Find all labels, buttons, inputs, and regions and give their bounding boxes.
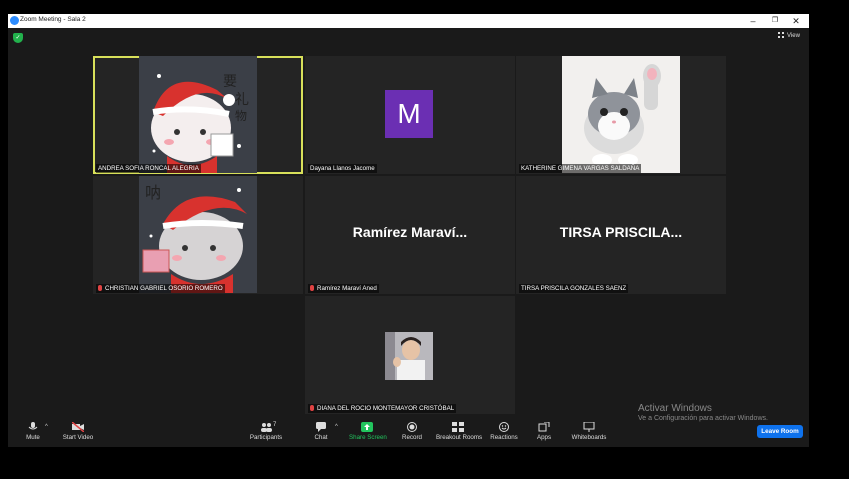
title-bar: Zoom Meeting - Sala 2 – ❐ ✕ bbox=[8, 14, 809, 28]
zoom-logo-icon bbox=[10, 16, 19, 25]
record-button[interactable]: Record bbox=[400, 422, 424, 441]
whiteboards-button[interactable]: Whiteboards bbox=[569, 422, 609, 441]
participant-name: DIANA DEL ROCIO MONTEMAYOR CRISTÓBAL bbox=[308, 404, 457, 413]
activate-windows-subtitle: Ve a Configuración para activar Windows. bbox=[638, 415, 768, 422]
profile-photo bbox=[385, 332, 433, 380]
view-label: View bbox=[787, 33, 800, 39]
mute-label: Mute bbox=[26, 434, 40, 441]
whiteboards-label: Whiteboards bbox=[571, 434, 607, 441]
microphone-icon bbox=[28, 422, 38, 430]
participants-label: Participants bbox=[249, 434, 283, 441]
record-label: Record bbox=[402, 434, 422, 441]
apps-icon bbox=[538, 422, 550, 432]
participant-name: KATHERINE GIMENA VARGAS SALDAÑA bbox=[519, 164, 642, 173]
chat-button[interactable]: Chat bbox=[310, 422, 332, 441]
zoom-window: Zoom Meeting - Sala 2 – ❐ ✕ ✓ View 要 礼 物… bbox=[8, 14, 809, 447]
activate-windows-title: Activar Windows bbox=[638, 403, 712, 414]
close-button[interactable]: ✕ bbox=[785, 14, 807, 28]
caret-up-icon[interactable]: ^ bbox=[45, 424, 48, 430]
breakout-rooms-label: Breakout Rooms bbox=[436, 434, 483, 441]
video-tile-diana[interactable]: DIANA DEL ROCIO MONTEMAYOR CRISTÓBAL bbox=[305, 296, 515, 414]
participant-display-name: Ramírez Maraví... bbox=[352, 224, 468, 240]
video-tile-dayana[interactable]: M Dayana Llanos Jacome bbox=[305, 56, 515, 174]
chat-label: Chat bbox=[314, 434, 328, 441]
video-tile-tirsa[interactable]: TIRSA PRISCILA... TIRSA PRISCILA GONZALE… bbox=[516, 176, 726, 294]
svg-text:呐: 呐 bbox=[145, 183, 161, 202]
start-video-label: Start Video bbox=[62, 434, 94, 441]
maximize-button[interactable]: ❐ bbox=[764, 14, 786, 28]
view-button[interactable]: View bbox=[778, 32, 800, 39]
record-icon bbox=[407, 422, 417, 432]
muted-mic-icon bbox=[310, 285, 314, 291]
share-screen-label: Share Screen bbox=[349, 434, 387, 441]
participant-name: ANDREA SOFIA RONCAL ALEGRIA bbox=[96, 164, 201, 173]
minimize-button[interactable]: – bbox=[742, 14, 764, 28]
participant-name: CHRISTIAN GABRIEL OSORIO ROMERO bbox=[96, 284, 225, 293]
mute-button[interactable]: Mute bbox=[22, 422, 44, 441]
participant-name: TIRSA PRISCILA GONZALES SAENZ bbox=[519, 284, 629, 293]
participant-name: Ramírez Maraví Aned bbox=[308, 284, 379, 293]
breakout-rooms-button[interactable]: Breakout Rooms bbox=[436, 422, 483, 441]
avatar: M bbox=[385, 90, 433, 138]
smiley-icon bbox=[499, 422, 509, 432]
sticker-image: 要 礼 物 bbox=[139, 56, 257, 173]
participants-button[interactable]: 7 Participants bbox=[248, 422, 284, 441]
participant-display-name: TIRSA PRISCILA... bbox=[559, 224, 683, 240]
share-screen-button[interactable]: Share Screen bbox=[349, 422, 387, 441]
grid-icon bbox=[778, 32, 784, 38]
caret-up-icon[interactable]: ^ bbox=[335, 424, 338, 430]
people-icon bbox=[261, 423, 272, 432]
participants-count: 7 bbox=[273, 422, 277, 428]
window-title: Zoom Meeting - Sala 2 bbox=[20, 16, 86, 23]
video-tile-katherine[interactable]: KATHERINE GIMENA VARGAS SALDAÑA bbox=[516, 56, 726, 174]
participant-name: Dayana Llanos Jacome bbox=[308, 164, 377, 173]
svg-text:要: 要 bbox=[223, 74, 237, 90]
sticker-image: 呐 bbox=[139, 176, 257, 293]
leave-room-button[interactable]: Leave Room bbox=[757, 425, 803, 438]
whiteboard-icon bbox=[583, 422, 595, 432]
security-shield-icon[interactable]: ✓ bbox=[13, 33, 23, 43]
apps-button[interactable]: Apps bbox=[534, 422, 554, 441]
reactions-button[interactable]: Reactions bbox=[490, 422, 518, 441]
video-off-icon bbox=[72, 422, 84, 432]
svg-text:物: 物 bbox=[235, 109, 247, 123]
chat-icon bbox=[316, 422, 326, 432]
svg-text:礼: 礼 bbox=[235, 92, 249, 108]
share-screen-icon bbox=[361, 422, 373, 432]
reactions-label: Reactions bbox=[490, 434, 518, 441]
video-tile-christian[interactable]: 呐 CHRISTIAN GABRIEL OSORIO ROMERO bbox=[93, 176, 303, 294]
apps-label: Apps bbox=[536, 434, 552, 441]
start-video-button[interactable]: Start Video bbox=[60, 422, 96, 441]
breakout-rooms-icon bbox=[452, 422, 464, 432]
video-tile-andrea[interactable]: 要 礼 物 ANDREA SOFIA RONCAL ALEGRIA bbox=[93, 56, 303, 174]
muted-mic-icon bbox=[310, 405, 314, 411]
video-tile-ramirez[interactable]: Ramírez Maraví... Ramírez Maraví Aned bbox=[305, 176, 515, 294]
kitten-image bbox=[562, 56, 680, 173]
muted-mic-icon bbox=[98, 285, 102, 291]
meeting-toolbar: Mute ^ Start Video 7 Participants Chat ^… bbox=[8, 422, 809, 447]
